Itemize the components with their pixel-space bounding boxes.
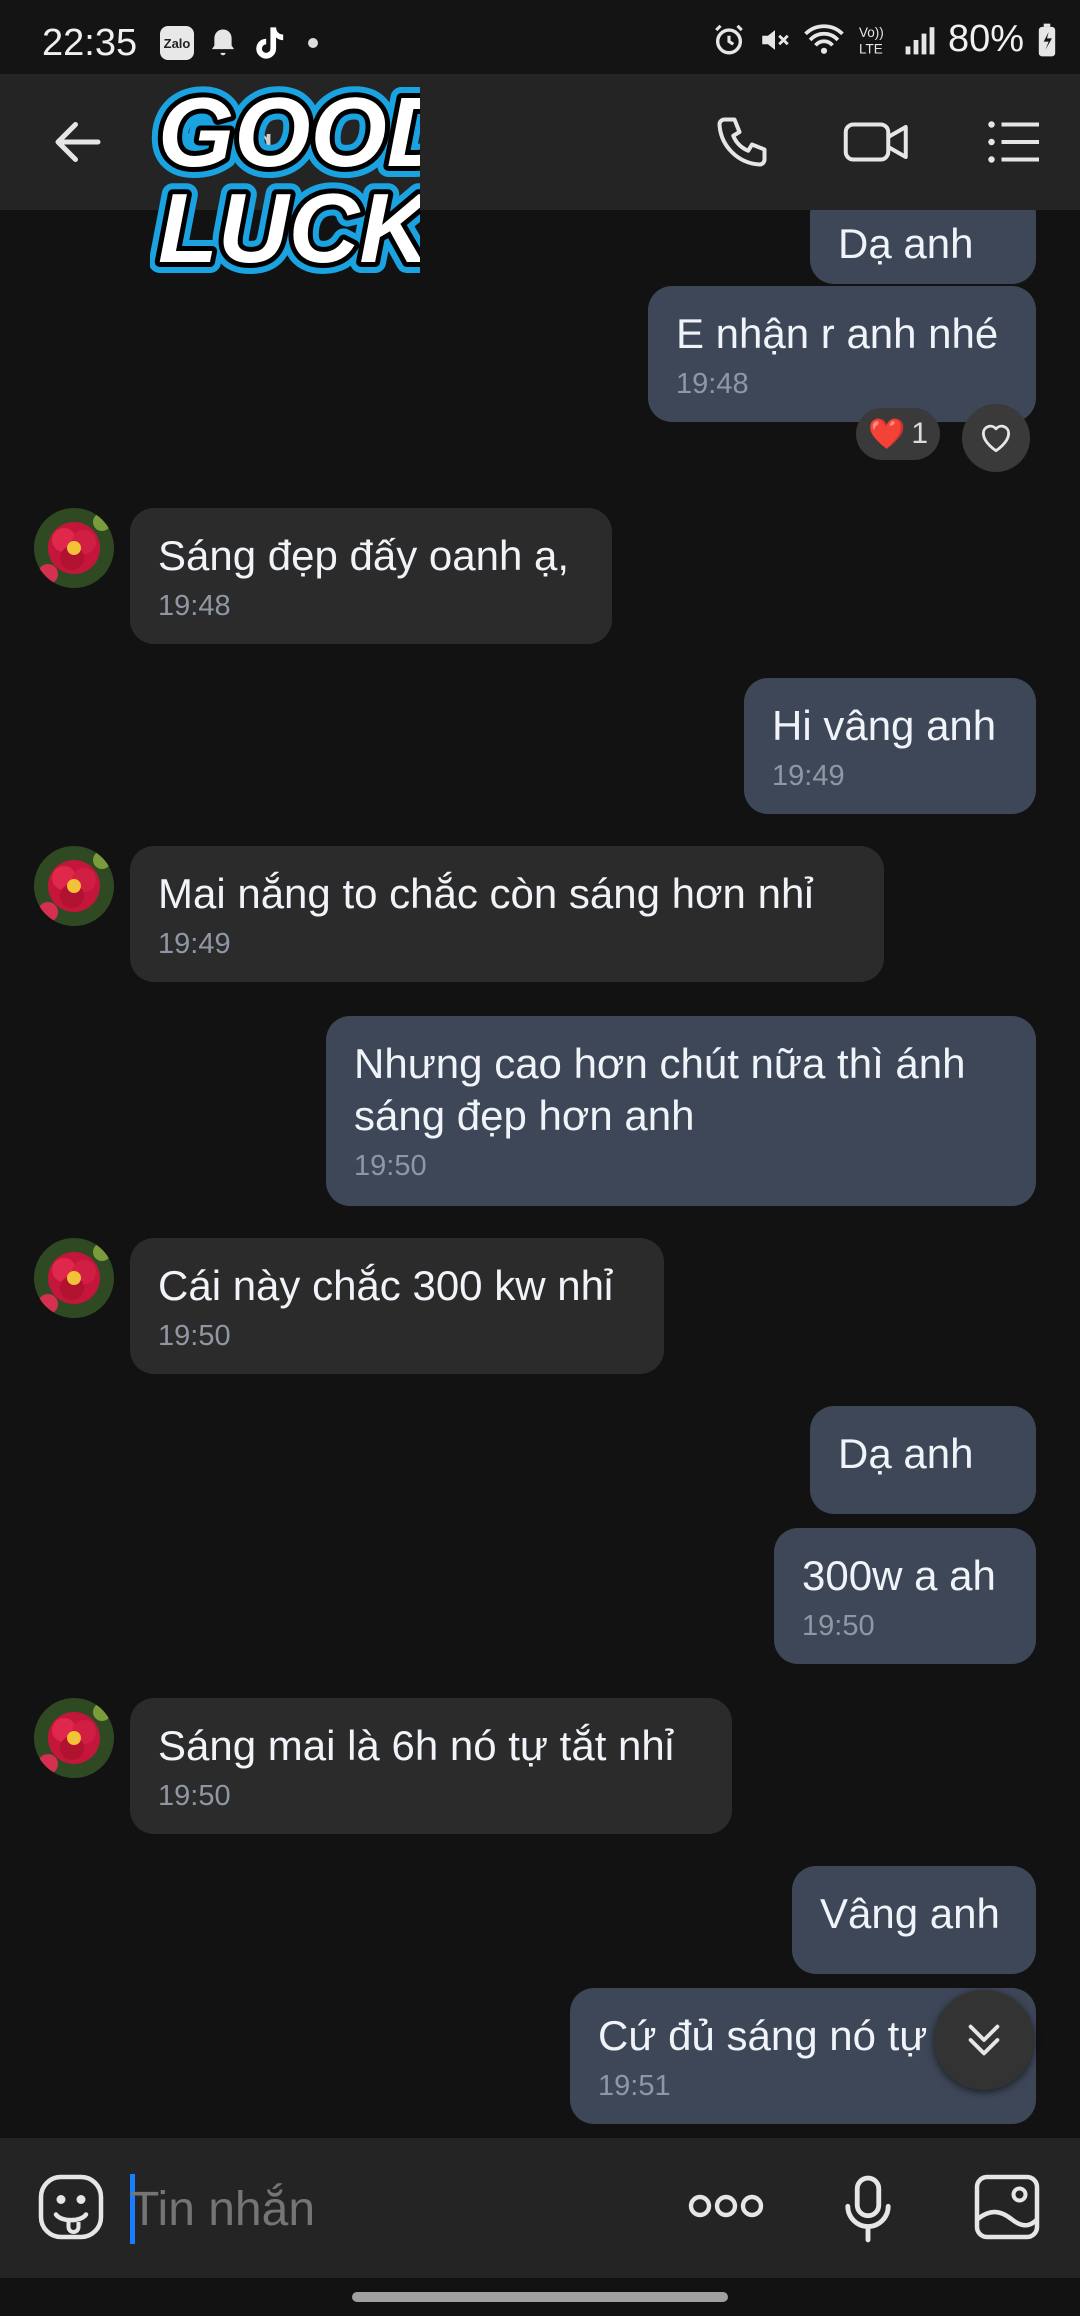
microphone-icon[interactable] — [840, 2174, 896, 2244]
reaction-count: 1 — [911, 417, 929, 450]
flower-avatar-image — [34, 1238, 114, 1318]
image-gallery-icon[interactable] — [972, 2172, 1042, 2242]
message-bubble-sent[interactable]: Nhưng cao hơn chút nữa thì ánh sáng đẹp … — [326, 1016, 1036, 1206]
zalo-icon: Zalo — [160, 26, 194, 60]
message-bubble-sent[interactable]: Vâng anh — [792, 1866, 1036, 1974]
back-arrow-icon[interactable] — [48, 112, 108, 172]
sticker-line2: LUCK — [158, 173, 420, 280]
tiktok-icon — [256, 27, 284, 59]
system-icons: Vo)) LTE 80% — [712, 18, 1058, 61]
message-text: Sáng mai là 6h nó tự tắt nhỉ — [158, 1722, 675, 1769]
volte-icon: Vo))LTE — [859, 25, 884, 57]
message-text: Nhưng cao hơn chút nữa thì ánh sáng đẹp … — [354, 1040, 966, 1139]
message-bubble-sent[interactable]: Dạ anh — [810, 210, 1036, 284]
svg-text:Vo)): Vo)) — [859, 25, 884, 40]
message-text: Hi vâng anh — [772, 702, 997, 749]
good-luck-sticker: GOOD GOOD GOOD LUCK LUCK LUCK — [150, 80, 420, 280]
dot-icon — [308, 38, 318, 48]
message-bubble-received[interactable]: Sáng đẹp đấy oanh ạ, 19:48 — [130, 508, 612, 644]
message-time: 19:50 — [158, 1780, 231, 1812]
message-text: Dạ anh — [838, 1430, 974, 1477]
message-text: Cái này chắc 300 kw nhỉ — [158, 1262, 614, 1309]
svg-text:LTE: LTE — [859, 41, 883, 56]
message-bubble-received[interactable]: Sáng mai là 6h nó tự tắt nhỉ 19:50 — [130, 1698, 732, 1834]
message-time: 19:50 — [354, 1150, 427, 1182]
message-text: Dạ anh — [838, 220, 974, 267]
video-call-icon[interactable] — [842, 112, 912, 172]
heart-outline-icon — [981, 424, 1011, 453]
heart-emoji-icon: ❤️ — [867, 417, 906, 451]
react-heart-button[interactable] — [962, 404, 1030, 472]
bell-icon — [211, 29, 235, 56]
status-time: 22:35 — [42, 22, 138, 64]
message-time: 19:50 — [158, 1320, 231, 1352]
signal-icon — [905, 26, 935, 54]
message-text: Vâng anh — [820, 1890, 1000, 1937]
mute-icon — [762, 29, 789, 50]
message-bubble-sent[interactable]: E nhận r anh nhé 19:48 — [648, 286, 1036, 422]
wifi-icon — [804, 23, 844, 54]
message-time: 19:48 — [158, 590, 231, 622]
more-options-icon[interactable] — [688, 2186, 764, 2226]
alarm-icon — [715, 24, 743, 54]
message-text: E nhận r anh nhé — [676, 310, 999, 357]
message-time: 19:49 — [158, 928, 231, 960]
message-bubble-received[interactable]: Cái này chắc 300 kw nhỉ 19:50 — [130, 1238, 664, 1374]
message-time: 19:51 — [598, 2070, 671, 2102]
flower-avatar-image — [34, 1698, 114, 1778]
battery-icon — [1038, 23, 1056, 56]
notification-icons: Zalo — [160, 24, 318, 62]
message-bubble-sent[interactable]: Hi vâng anh 19:49 — [744, 678, 1036, 814]
message-bubble-sent[interactable]: 300w a ah 19:50 — [774, 1528, 1036, 1664]
message-input-bar — [0, 2138, 1080, 2278]
message-time: 19:48 — [676, 368, 749, 400]
reaction-count-pill[interactable]: ❤️ 1 — [856, 408, 940, 460]
message-time: 19:50 — [802, 1610, 875, 1642]
message-list[interactable]: Dạ anh E nhận r anh nhé 19:48 ❤️ 1 Sáng … — [0, 210, 1080, 2138]
message-time: 19:49 — [772, 760, 845, 792]
battery-percent: 80% — [947, 18, 1024, 60]
phone-icon[interactable] — [712, 112, 772, 172]
navigation-bar — [0, 2278, 1080, 2316]
avatar[interactable] — [34, 846, 114, 926]
message-text: Mai nắng to chắc còn sáng hơn nhỉ — [158, 870, 814, 917]
avatar[interactable] — [34, 1698, 114, 1778]
message-text: Sáng đẹp đấy oanh ạ, — [158, 532, 570, 579]
avatar[interactable] — [34, 1238, 114, 1318]
message-bubble-received[interactable]: Mai nắng to chắc còn sáng hơn nhỉ 19:49 — [130, 846, 884, 982]
message-input[interactable] — [130, 2176, 650, 2242]
sticker-emoji-icon[interactable] — [36, 2172, 106, 2242]
avatar[interactable] — [34, 508, 114, 588]
home-gesture-handle[interactable] — [352, 2292, 728, 2302]
flower-avatar-image — [34, 508, 114, 588]
message-bubble-sent[interactable]: Dạ anh — [810, 1406, 1036, 1514]
scroll-to-bottom-button[interactable] — [934, 1990, 1034, 2090]
flower-avatar-image — [34, 846, 114, 926]
status-bar: 22:35 Zalo Vo)) LTE 80% — [0, 0, 1080, 74]
menu-list-icon[interactable] — [984, 112, 1044, 172]
sticker-line1: GOOD — [158, 80, 420, 187]
message-text: 300w a ah — [802, 1552, 996, 1599]
double-chevron-down-icon — [968, 2024, 1000, 2056]
